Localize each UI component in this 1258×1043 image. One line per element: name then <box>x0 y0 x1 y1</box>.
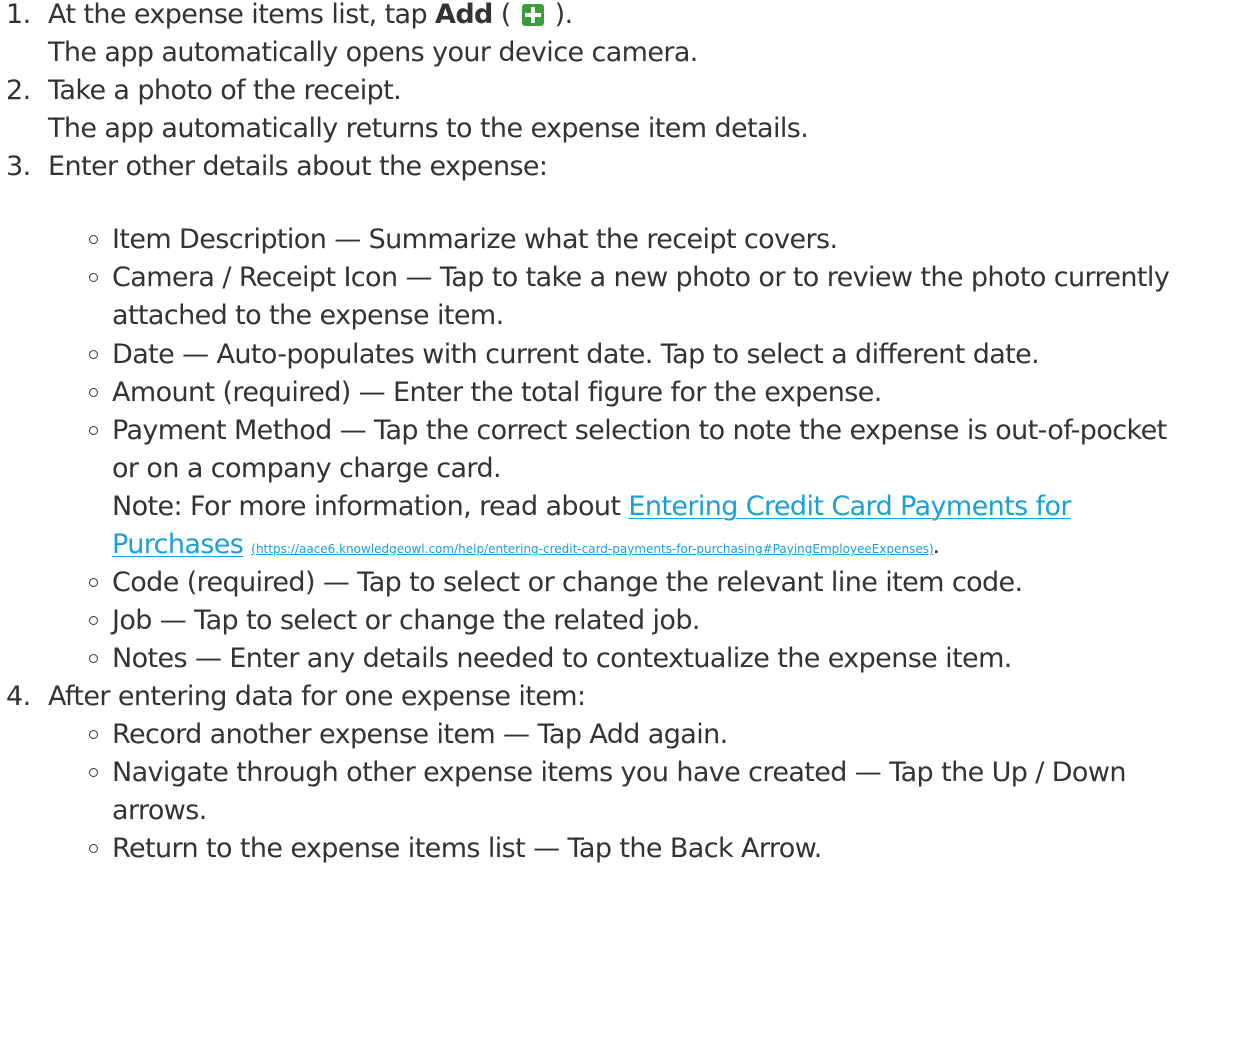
step-number: 3. <box>6 151 31 182</box>
list-item: Notes — Enter any details needed to cont… <box>0 640 1012 678</box>
step-4: 4. After entering data for one expense i… <box>0 678 586 716</box>
bullet-circle-icon <box>89 426 98 435</box>
list-item: Camera / Receipt Icon — Tap to take a ne… <box>0 259 1170 335</box>
list-item: Amount (required) — Enter the total figu… <box>0 374 882 412</box>
bullet-circle-icon <box>89 654 98 663</box>
bullet-circle-icon <box>89 578 98 587</box>
bullet-circle-icon <box>89 350 98 359</box>
add-plus-icon <box>521 4 544 26</box>
bullet-circle-icon <box>89 844 98 853</box>
purchases-link[interactable]: Purchases <box>112 529 244 560</box>
note-line-2: Purchases (https://aace6.knowledgeowl.co… <box>112 529 939 560</box>
list-item: Item Description — Summarize what the re… <box>0 221 838 259</box>
step-2: 2. Take a photo of the receipt. The app … <box>0 72 809 148</box>
add-label: Add <box>435 0 493 30</box>
list-item: Payment Method — Tap the correct selecti… <box>0 412 1167 568</box>
step-1: 1. At the expense items list, tap Add ( … <box>0 0 698 72</box>
step-text: After entering data for one expense item… <box>48 681 586 712</box>
bullet-circle-icon <box>89 616 98 625</box>
bullet-circle-icon <box>89 273 98 282</box>
bullet-circle-icon <box>89 235 98 244</box>
step-number: 4. <box>6 681 31 712</box>
list-item: Date — Auto-populates with current date.… <box>0 336 1040 374</box>
step-3: 3. Enter other details about the expense… <box>0 148 548 186</box>
list-item: Record another expense item — Tap Add ag… <box>0 716 728 754</box>
list-item: Return to the expense items list — Tap t… <box>0 830 822 868</box>
step-number: 2. <box>6 75 31 106</box>
link-url: (https://aace6.knowledgeowl.com/help/ent… <box>251 542 934 556</box>
step-number: 1. <box>6 0 31 30</box>
step-subtext: The app automatically returns to the exp… <box>48 113 809 144</box>
step-text: Take a photo of the receipt. <box>48 75 402 106</box>
bullet-circle-icon <box>89 768 98 777</box>
credit-card-payments-link[interactable]: Entering Credit Card Payments for <box>628 491 1071 522</box>
step-text: Enter other details about the expense: <box>48 151 548 182</box>
step-subtext: The app automatically opens your device … <box>48 37 698 68</box>
list-item: Code (required) — Tap to select or chang… <box>0 564 1023 602</box>
instructions-page: 1. At the expense items list, tap Add ( … <box>0 0 1258 1043</box>
list-item: Navigate through other expense items you… <box>0 754 1126 830</box>
bullet-circle-icon <box>89 730 98 739</box>
bullet-circle-icon <box>89 388 98 397</box>
step-text: At the expense items list, tap Add ( ). <box>48 0 573 30</box>
list-item: Job — Tap to select or change the relate… <box>0 602 700 640</box>
note-line: Note: For more information, read about E… <box>112 491 1071 522</box>
